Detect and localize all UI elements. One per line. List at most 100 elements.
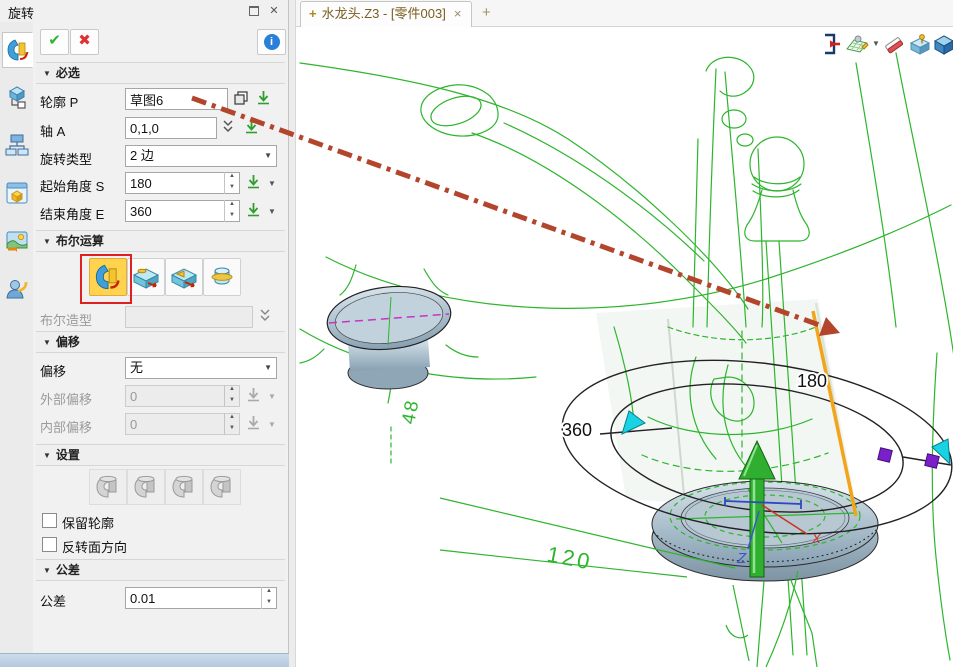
pick-end-angle-icon[interactable]	[246, 202, 261, 223]
zw3d-window: 旋转 ✕	[0, 0, 953, 667]
end-angle-options-caret[interactable]: ▼	[268, 207, 276, 216]
dimension-120-label: 120	[545, 541, 595, 574]
end-angle-value-label: 360	[562, 420, 592, 440]
panel-titlebar: 旋转 ✕	[0, 0, 288, 23]
tab-history-manager[interactable]	[2, 80, 31, 114]
collapse-icon: ▼	[43, 333, 51, 353]
chevron-down-icon: ▼	[264, 146, 272, 166]
setting-option-1-button[interactable]	[89, 469, 127, 505]
revolve-variant-icon	[94, 474, 122, 500]
section-settings[interactable]: ▼设置	[36, 444, 285, 466]
boolean-add-button[interactable]	[127, 258, 165, 296]
row-offset: 偏移 无 ▼	[33, 356, 288, 382]
revolve-type-select[interactable]: 2 边 ▼	[125, 145, 277, 167]
ok-button[interactable]: ✔	[40, 29, 69, 55]
document-tabbar: +水龙头.Z3 - [零件003]× +	[296, 0, 953, 27]
panel-splitter[interactable]	[289, 0, 296, 667]
inner-offset-options-caret[interactable]: ▼	[268, 420, 276, 429]
inner-offset-label: 内部偏移	[40, 417, 92, 436]
viewport[interactable]: ▼	[296, 27, 953, 667]
section-tolerance[interactable]: ▼公差	[36, 559, 285, 581]
section-required[interactable]: ▼必选	[36, 62, 285, 84]
expand-options-icon[interactable]	[259, 309, 271, 328]
panel-bottom-strip	[0, 653, 289, 667]
outer-offset-spinner[interactable]: ▲▼	[224, 385, 239, 407]
tab-solid-window[interactable]	[2, 176, 31, 210]
inner-offset-spinner[interactable]: ▲▼	[224, 413, 239, 435]
pick-outer-offset-icon[interactable]	[246, 387, 261, 408]
copy-profile-icon[interactable]	[233, 90, 249, 111]
revolve-variant-icon	[170, 474, 198, 500]
start-angle-spinner[interactable]: ▲▼	[224, 172, 239, 194]
tab-assembly-manager[interactable]	[2, 128, 31, 162]
end-angle-label: 结束角度 E	[40, 204, 104, 223]
pick-start-angle-icon[interactable]	[246, 174, 261, 195]
profile-label: 轮廓 P	[40, 92, 78, 111]
start-angle-label: 起始角度 S	[40, 176, 104, 195]
outer-offset-options-caret[interactable]: ▼	[268, 392, 276, 401]
revolve-form: ✔ ✖ i ▼必选 轮廓 P 轴 A	[33, 22, 288, 654]
scene-canvas[interactable]: X Z 180 360 120 48	[296, 27, 953, 667]
axis-input[interactable]	[125, 117, 217, 139]
float-panel-icon[interactable]	[246, 4, 262, 18]
tab-close-icon[interactable]: ×	[454, 6, 462, 21]
tab-role-manager[interactable]	[2, 272, 31, 306]
cancel-button[interactable]: ✖	[70, 29, 99, 55]
keep-profile-label: 保留轮廓	[62, 513, 114, 532]
keep-profile-checkbox[interactable]	[42, 513, 57, 528]
close-panel-icon[interactable]: ✕	[266, 4, 282, 18]
tolerance-spinner[interactable]: ▲▼	[261, 587, 276, 609]
row-end-angle: 结束角度 E ▲▼ ▼	[33, 199, 288, 225]
start-angle-input[interactable]	[125, 172, 240, 194]
outer-offset-input[interactable]	[125, 385, 240, 407]
shape-tree-icon	[5, 85, 29, 109]
anchor-handle[interactable]	[878, 448, 893, 463]
tolerance-label: 公差	[40, 591, 66, 610]
cube-window-icon	[5, 181, 29, 205]
tolerance-input[interactable]	[125, 587, 277, 609]
end-angle-input[interactable]	[125, 200, 240, 222]
collapse-icon: ▼	[43, 446, 51, 466]
setting-option-3-button[interactable]	[165, 469, 203, 505]
section-offset[interactable]: ▼偏移	[36, 331, 285, 353]
row-revolve-type: 旋转类型 2 边 ▼	[33, 144, 288, 170]
tab-visualize-manager[interactable]	[2, 224, 31, 258]
flip-face-checkbox[interactable]	[42, 537, 57, 552]
boolean-base-button[interactable]	[89, 258, 127, 296]
boolean-remove-icon	[169, 263, 199, 291]
collapse-icon: ▼	[43, 232, 51, 252]
boolean-base-icon	[94, 263, 122, 291]
offset-select[interactable]: 无 ▼	[125, 357, 277, 379]
anchor-handle[interactable]	[925, 454, 940, 469]
tab-document[interactable]: +水龙头.Z3 - [零件003]×	[300, 1, 472, 27]
user-icon	[5, 277, 29, 301]
expand-options-icon[interactable]	[222, 120, 234, 139]
row-tolerance: 公差 ▲▼	[33, 586, 288, 612]
section-boolean[interactable]: ▼布尔运算	[36, 230, 285, 252]
tab-revolve-command[interactable]	[2, 32, 33, 68]
revolve-variant-icon	[208, 474, 236, 500]
start-angle-options-caret[interactable]: ▼	[268, 179, 276, 188]
faucet-knob-solid	[324, 281, 454, 389]
pick-axis-icon[interactable]	[244, 119, 259, 140]
row-profile: 轮廓 P	[33, 87, 288, 113]
setting-option-4-button[interactable]	[203, 469, 241, 505]
new-tab-button[interactable]: +	[482, 4, 491, 21]
pick-inner-offset-icon[interactable]	[246, 415, 261, 436]
end-angle-spinner[interactable]: ▲▼	[224, 200, 239, 222]
boolean-remove-button[interactable]	[165, 258, 203, 296]
panel-title: 旋转	[8, 3, 34, 22]
boolean-intersect-button[interactable]	[203, 258, 241, 296]
revolve-icon	[6, 38, 30, 62]
info-button[interactable]: i	[257, 29, 286, 55]
boolean-shape-input[interactable]	[125, 306, 253, 328]
axis-x-label: X	[811, 531, 822, 546]
inner-offset-input[interactable]	[125, 413, 240, 435]
row-keep-profile: 保留轮廓	[33, 511, 288, 531]
setting-option-2-button[interactable]	[127, 469, 165, 505]
start-angle-value-label: 180	[797, 371, 827, 391]
profile-input[interactable]	[125, 88, 228, 110]
pick-profile-icon[interactable]	[256, 90, 271, 111]
dimension-48-label: 48	[398, 397, 423, 426]
offset-label: 偏移	[40, 361, 66, 380]
